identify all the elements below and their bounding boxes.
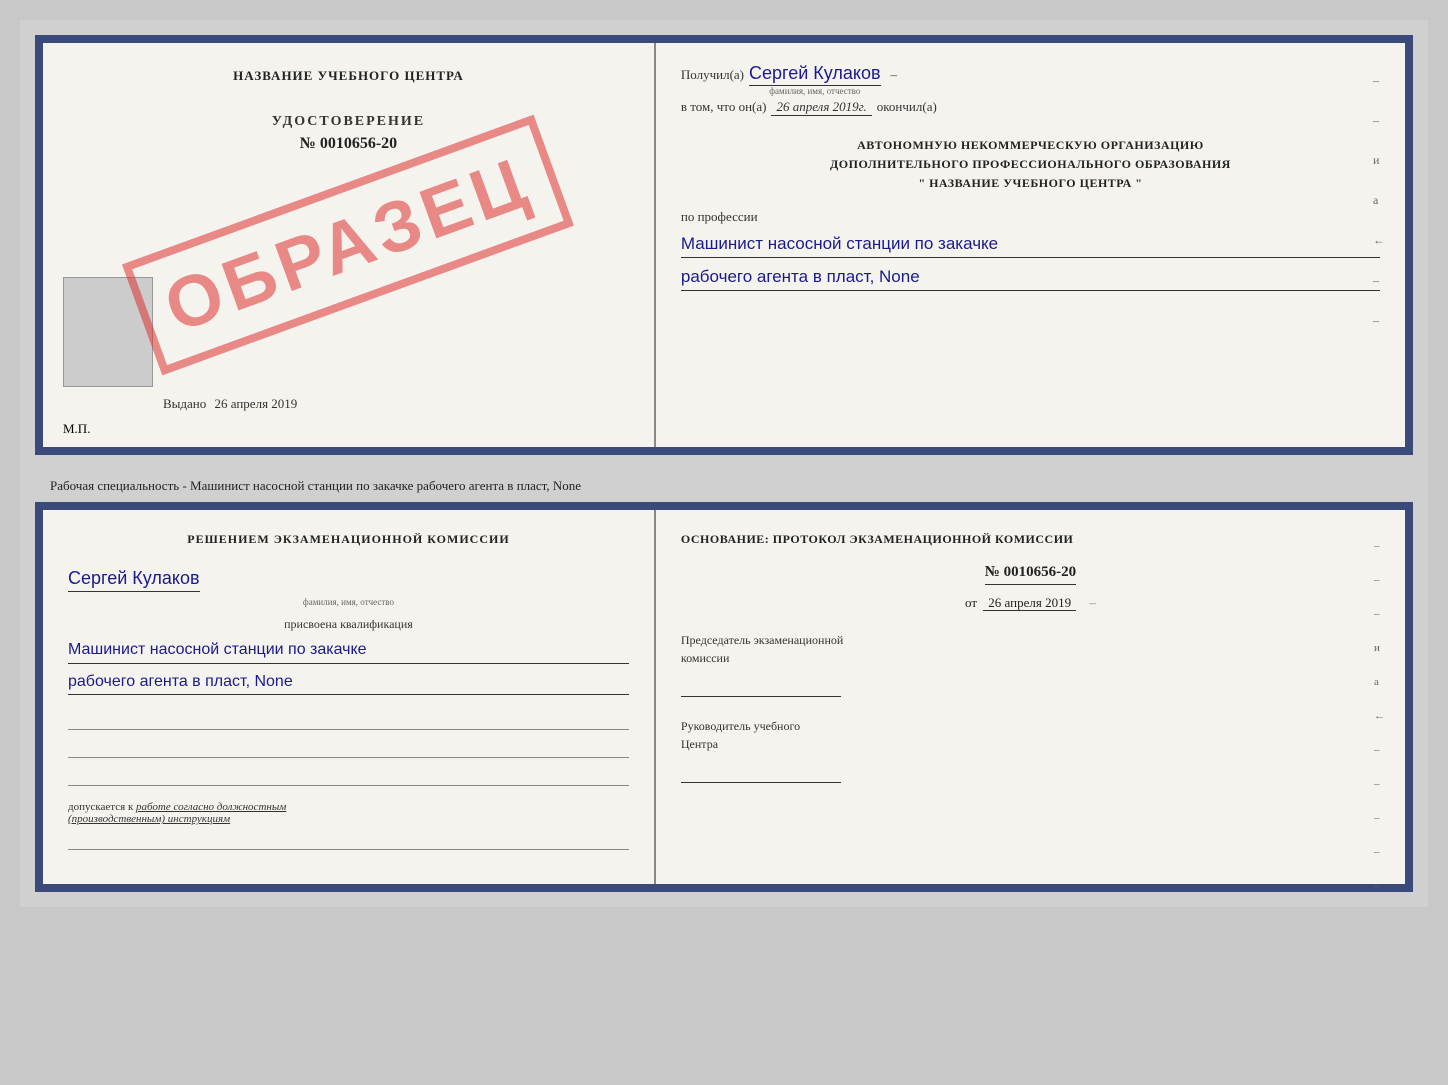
br-и: и <box>1374 642 1385 654</box>
person-name-hint-bottom: фамилия, имя, отчество <box>68 597 629 607</box>
person-name-bottom: Сергей Кулаков <box>68 568 200 592</box>
profession-line1: Машинист насосной станции по закачке <box>681 230 1380 258</box>
bottom-left-panel: Решением экзаменационной комиссии Сергей… <box>43 510 656 884</box>
protocol-number: № 0010656-20 <box>985 564 1076 585</box>
udostoverenie-label: УДОСТОВЕРЕНИЕ <box>63 114 634 130</box>
udostoverenie-number: № 0010656-20 <box>63 135 634 153</box>
recipient-name-hint: фамилия, имя, отчество <box>769 86 860 96</box>
org-line2: ДОПОЛНИТЕЛЬНОГО ПРОФЕССИОНАЛЬНОГО ОБРАЗО… <box>681 155 1380 174</box>
dash-after-name: – <box>891 67 898 83</box>
dopuskaetsya-prefix: допускается к <box>68 801 133 813</box>
top-left-panel: НАЗВАНИЕ УЧЕБНОГО ЦЕНТРА УДОСТОВЕРЕНИЕ №… <box>43 43 656 447</box>
org-line1: АВТОНОМНУЮ НЕКОММЕРЧЕСКУЮ ОРГАНИЗАЦИЮ <box>681 136 1380 155</box>
dash-r3: и <box>1373 153 1385 168</box>
vydano-date: 26 апреля 2019 <box>215 396 298 411</box>
qualification-line1: Машинист насосной станции по закачке <box>68 637 629 664</box>
date-line: в том, что он(а) 26 апреля 2019г. окончи… <box>681 99 1380 116</box>
bottom-right-indicators: – – – и а ← – – – – – <box>1374 540 1385 892</box>
profession-line2: рабочего агента в пласт, None <box>681 263 1380 291</box>
top-right-panel: Получил(а) Сергей Кулаков фамилия, имя, … <box>656 43 1405 447</box>
dash-r5: ← <box>1373 233 1385 248</box>
predsedatel-label: Председатель экзаменационной комиссии <box>681 631 1380 667</box>
ot-date-value: 26 апреля 2019 <box>983 595 1076 611</box>
prisvoena-text: присвоена квалификация <box>68 617 629 632</box>
rukovoditel-line2: Центра <box>681 737 718 751</box>
predsedatel-signature-line <box>681 672 841 697</box>
rukovoditel-block: Руководитель учебного Центра <box>681 717 1380 783</box>
br-dash8: – <box>1374 880 1385 892</box>
dash-r4: а <box>1373 193 1385 208</box>
photo-placeholder <box>63 277 153 387</box>
decision-text: Решением экзаменационной комиссии <box>68 530 629 548</box>
bottom-right-panel: Основание: протокол экзаменационной коми… <box>656 510 1405 884</box>
right-dashes: – – и а ← – – <box>1373 73 1385 328</box>
vydano-label: Выдано <box>163 396 206 411</box>
rukovoditel-label: Руководитель учебного Центра <box>681 717 1380 753</box>
watermark-obrazets: ОБРАЗЕЦ <box>122 115 574 376</box>
okonchil-label: окончил(а) <box>877 99 937 115</box>
v-tom-label: в том, что он(а) <box>681 99 767 115</box>
predsedatel-line2: комиссии <box>681 651 730 665</box>
br-arrow: ← <box>1374 710 1385 722</box>
qualification-line2: рабочего агента в пласт, None <box>68 669 629 696</box>
blank-line-2 <box>68 738 629 758</box>
dash-r2: – <box>1373 113 1385 128</box>
completion-date: 26 апреля 2019г. <box>771 99 871 116</box>
br-dash3: – <box>1374 608 1385 620</box>
middle-text: Рабочая специальность - Машинист насосно… <box>35 470 1413 502</box>
vydano-line: Выдано 26 апреля 2019 <box>163 396 297 412</box>
recipient-name: Сергей Кулаков <box>749 63 881 86</box>
page-container: НАЗВАНИЕ УЧЕБНОГО ЦЕНТРА УДОСТОВЕРЕНИЕ №… <box>20 20 1428 907</box>
dash-r6: – <box>1373 273 1385 288</box>
osnovaniye-title: Основание: протокол экзаменационной коми… <box>681 530 1380 548</box>
middle-text-content: Рабочая специальность - Машинист насосно… <box>50 478 581 493</box>
dash-r7: – <box>1373 313 1385 328</box>
ot-label: от <box>965 595 977 610</box>
middle-text-value: Рабочая специальность - Машинист насосно… <box>50 478 581 493</box>
mp-label: М.П. <box>63 421 90 437</box>
br-dash7: – <box>1374 846 1385 858</box>
udostoverenie-block: УДОСТОВЕРЕНИЕ № 0010656-20 <box>63 114 634 153</box>
br-dash6: – <box>1374 812 1385 824</box>
poluchil-label: Получил(а) <box>681 67 744 83</box>
br-dash5: – <box>1374 778 1385 790</box>
br-dash4: – <box>1374 744 1385 756</box>
bottom-document: Решением экзаменационной комиссии Сергей… <box>35 502 1413 892</box>
blank-line-3 <box>68 766 629 786</box>
person-name-wrapper: Сергей Кулаков <box>68 568 200 594</box>
br-а: а <box>1374 676 1385 688</box>
org-line3: " НАЗВАНИЕ УЧЕБНОГО ЦЕНТРА " <box>681 174 1380 193</box>
br-dash1: – <box>1374 540 1385 552</box>
recipient-line: Получил(а) Сергей Кулаков фамилия, имя, … <box>681 63 1380 84</box>
rukovoditel-line1: Руководитель учебного <box>681 719 800 733</box>
br-dash2: – <box>1374 574 1385 586</box>
ot-date-line: от 26 апреля 2019 – <box>681 595 1380 611</box>
blank-line-1 <box>68 710 629 730</box>
training-center-title: НАЗВАНИЕ УЧЕБНОГО ЦЕНТРА <box>63 68 634 84</box>
dash-r1: – <box>1373 73 1385 88</box>
top-document: НАЗВАНИЕ УЧЕБНОГО ЦЕНТРА УДОСТОВЕРЕНИЕ №… <box>35 35 1413 455</box>
predsedatel-line1: Председатель экзаменационной <box>681 633 843 647</box>
blank-line-bottom <box>68 830 629 850</box>
ot-dash: – <box>1089 595 1096 610</box>
org-block: АВТОНОМНУЮ НЕКОММЕРЧЕСКУЮ ОРГАНИЗАЦИЮ ДО… <box>681 136 1380 194</box>
bottom-blank-lines <box>68 710 629 786</box>
rukovoditel-signature-line <box>681 758 841 783</box>
predsedatel-block: Председатель экзаменационной комиссии <box>681 631 1380 697</box>
protocol-number-wrapper: № 0010656-20 <box>681 563 1380 590</box>
po-professii-label: по профессии <box>681 209 1380 225</box>
dopuskaetsya-text: допускается к работе согласно должностны… <box>68 801 629 825</box>
